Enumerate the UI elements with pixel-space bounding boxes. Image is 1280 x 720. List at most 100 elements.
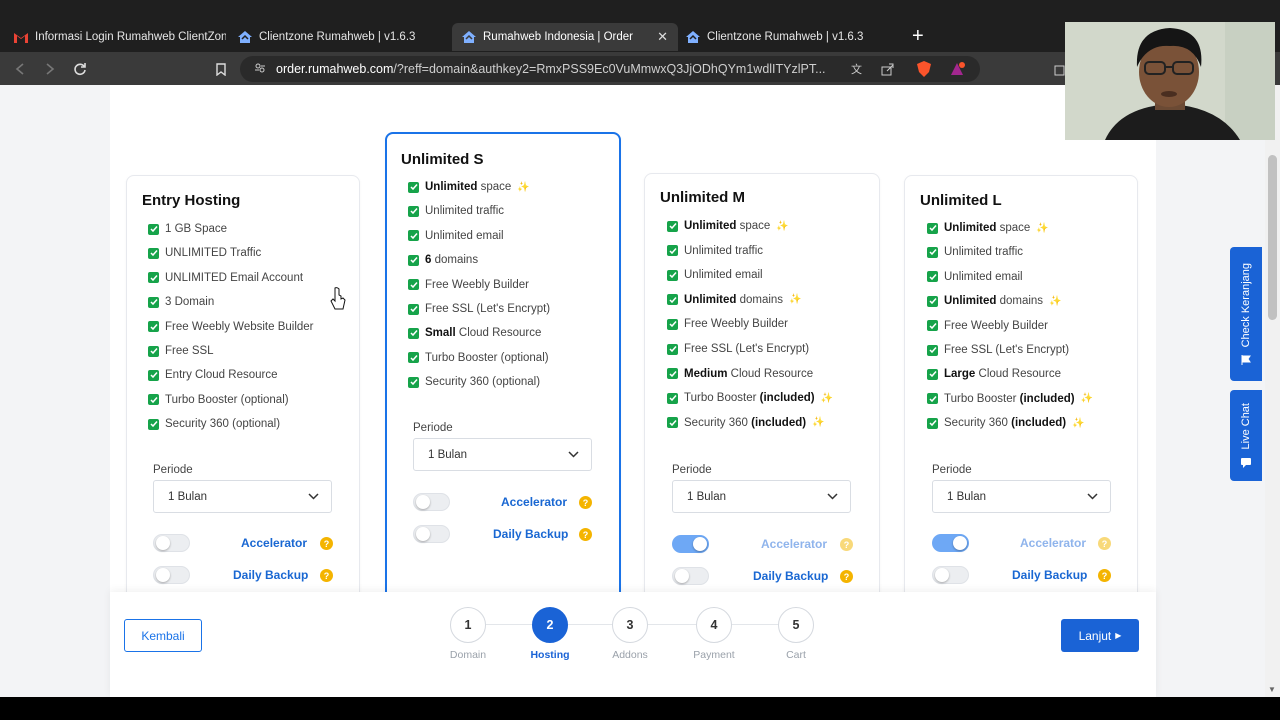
checkbox-checked-icon [408, 230, 419, 242]
plan-feature: 3 Domain [148, 296, 214, 308]
help-icon[interactable]: ? [840, 570, 853, 583]
flag-icon [1241, 355, 1251, 366]
checkbox-checked-icon [667, 294, 678, 306]
rumahweb-icon [462, 30, 476, 44]
step-addons[interactable]: 3 [612, 607, 648, 643]
help-icon[interactable]: ? [320, 569, 333, 582]
checkbox-checked-icon [927, 368, 938, 380]
help-icon[interactable]: ? [320, 537, 333, 550]
feature-text: Turbo Booster (optional) [425, 352, 549, 364]
sparkle-icon: ✨ [517, 181, 530, 193]
checkbox-checked-icon [927, 320, 938, 332]
checkbox-checked-icon [148, 321, 159, 333]
accelerator-label: Accelerator [501, 495, 568, 509]
plan-feature: Small Cloud Resource [408, 327, 541, 339]
plan-feature: Turbo Booster (included) ✨ [667, 392, 833, 404]
plan-feature: UNLIMITED Email Account [148, 272, 303, 284]
browser-tab[interactable]: Clientzone Rumahweb | v1.6.3 [228, 23, 450, 51]
checkbox-checked-icon [667, 392, 678, 404]
plan-feature: Free SSL (Let's Encrypt) [408, 303, 550, 315]
help-icon[interactable]: ? [1098, 537, 1111, 550]
daily-backup-toggle[interactable] [153, 566, 190, 584]
live-chat-tab[interactable]: Live Chat [1230, 390, 1262, 481]
daily-backup-label: Daily Backup [753, 569, 829, 583]
step-payment[interactable]: 4 [696, 607, 732, 643]
feature-text: Unlimited domains [684, 294, 783, 306]
checkbox-checked-icon [927, 271, 938, 283]
plan-feature: 6 domains [408, 254, 478, 266]
feature-label: Free SSL (Let's Encrypt) [425, 303, 551, 315]
checkbox-checked-icon [148, 272, 159, 284]
chat-icon [1241, 457, 1251, 468]
help-icon[interactable]: ? [840, 538, 853, 551]
toggle-knob [416, 495, 430, 509]
step-cart[interactable]: 5 [778, 607, 814, 643]
feature-text: Free SSL (Let's Encrypt) [425, 303, 550, 315]
accelerator-toggle[interactable] [672, 535, 709, 553]
daily-backup-label: Daily Backup [233, 568, 309, 582]
bookmark-icon[interactable] [211, 59, 231, 79]
checkbox-checked-icon [667, 220, 678, 232]
checkbox-checked-icon [148, 296, 159, 308]
plan-feature: Large Cloud Resource [927, 368, 1061, 380]
scrollbar-thumb[interactable] [1268, 155, 1277, 320]
daily-backup-toggle[interactable] [672, 567, 709, 585]
video-bottom-bar [0, 697, 1280, 720]
feature-label: Free SSL (Let's Encrypt) [684, 343, 810, 355]
share-icon[interactable] [877, 59, 897, 79]
plan-feature: Free Weebly Website Builder [148, 321, 314, 333]
accelerator-toggle[interactable] [153, 534, 190, 552]
accelerator-toggle[interactable] [932, 534, 969, 552]
new-tab-button[interactable]: + [912, 26, 924, 46]
tab-title: Rumahweb Indonesia | Order [483, 31, 634, 43]
daily-backup-toggle[interactable] [413, 525, 450, 543]
periode-label: Periode [413, 422, 453, 434]
periode-select[interactable]: 1 Bulan [672, 480, 851, 513]
browser-tab-active[interactable]: Rumahweb Indonesia | Order ✕ [452, 23, 678, 51]
plan-feature: Security 360 (optional) [408, 376, 540, 388]
address-bar[interactable]: order.rumahweb.com/?reff=domain&authkey2… [240, 56, 980, 82]
reload-icon[interactable] [70, 59, 90, 79]
plan-feature: Free SSL (Let's Encrypt) [927, 344, 1069, 356]
toggle-knob [693, 537, 707, 551]
feature-text: Unlimited traffic [425, 205, 504, 217]
toggle-knob [156, 536, 170, 550]
back-icon[interactable] [10, 59, 30, 79]
feature-text: Security 360 (included) [684, 417, 806, 429]
feature-highlight: (included) [759, 392, 815, 405]
brave-rewards-icon[interactable] [948, 59, 968, 79]
back-button[interactable]: Kembali [124, 619, 202, 652]
help-icon[interactable]: ? [579, 528, 592, 541]
step-hosting[interactable]: 2 [532, 607, 568, 643]
webcam-overlay [1065, 22, 1275, 140]
browser-tab[interactable]: Clientzone Rumahweb | v1.6.3 [676, 23, 898, 51]
feature-label: Free Weebly Website Builder [165, 320, 314, 333]
feature-highlight: Medium [684, 367, 728, 380]
close-tab-icon[interactable]: ✕ [657, 29, 668, 45]
help-icon[interactable]: ? [579, 496, 592, 509]
feature-label: 3 Domain [165, 296, 215, 309]
scroll-down-icon[interactable]: ▼ [1268, 685, 1276, 694]
translate-icon[interactable]: 文 [848, 59, 868, 79]
brave-shield-icon[interactable] [914, 59, 934, 79]
check-cart-tab[interactable]: Check Keranjang [1230, 247, 1262, 381]
step-domain[interactable]: 1 [450, 607, 486, 643]
forward-icon[interactable] [40, 59, 60, 79]
help-icon[interactable]: ? [1098, 569, 1111, 582]
daily-backup-toggle[interactable] [932, 566, 969, 584]
periode-select[interactable]: 1 Bulan [932, 480, 1111, 513]
periode-select[interactable]: 1 Bulan [413, 438, 592, 471]
step-label: Addons [612, 649, 648, 661]
page-scrollbar[interactable]: ▲ ▼ [1265, 85, 1280, 697]
checkbox-checked-icon [408, 205, 419, 217]
sparkle-icon: ✨ [1049, 295, 1062, 307]
step-label: Payment [693, 649, 735, 661]
next-button[interactable]: Lanjut ▶ [1061, 619, 1139, 652]
accelerator-toggle[interactable] [413, 493, 450, 511]
periode-select[interactable]: 1 Bulan [153, 480, 332, 513]
feature-text: Security 360 (optional) [165, 418, 280, 430]
feature-text: Entry Cloud Resource [165, 369, 278, 381]
feature-label: Unlimited traffic [425, 205, 505, 218]
browser-tab[interactable]: Informasi Login Rumahweb ClientZone [4, 23, 226, 51]
site-info-icon[interactable] [254, 62, 266, 77]
